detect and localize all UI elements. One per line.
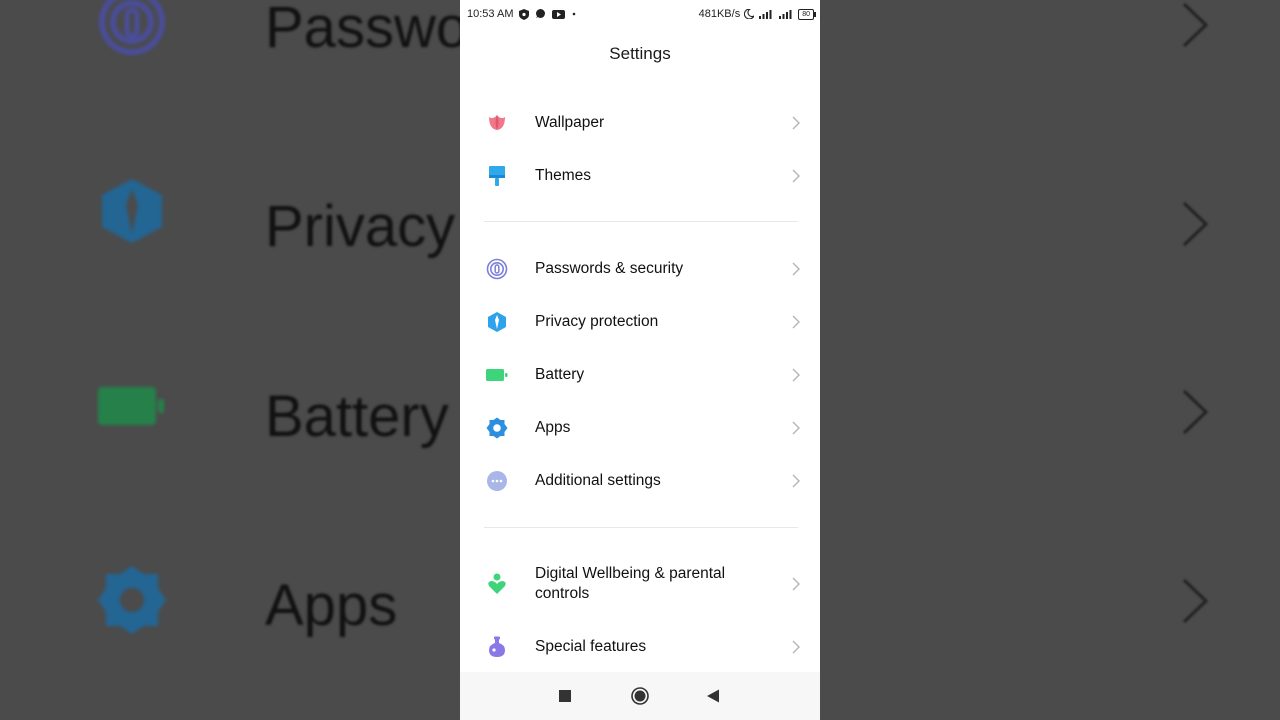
chevron-right-icon xyxy=(792,577,800,591)
settings-item-label: Digital Wellbeing & parental controls xyxy=(535,565,726,602)
chevron-right-icon xyxy=(792,474,800,487)
chevron-right-icon xyxy=(1182,389,1209,435)
navigation-bar xyxy=(460,672,820,720)
tulip-icon xyxy=(489,114,505,130)
square-icon[interactable] xyxy=(559,690,571,702)
page-title: Settings xyxy=(609,44,671,63)
shield-icon xyxy=(102,179,162,243)
chevron-right-icon xyxy=(792,262,800,275)
battery-icon xyxy=(486,368,508,381)
settings-item-additional[interactable]: Additional settings xyxy=(460,454,820,507)
settings-item-label: Themes xyxy=(535,166,591,184)
settings-item-privacy[interactable]: Privacy protection xyxy=(460,295,820,348)
settings-item-label: Special features xyxy=(535,637,647,655)
chevron-right-icon xyxy=(792,421,800,434)
signal-icon xyxy=(759,10,772,19)
chevron-right-icon xyxy=(1182,201,1209,247)
gear-icon xyxy=(98,566,166,634)
vpn-shield-icon xyxy=(519,8,530,20)
divider xyxy=(484,221,798,222)
chevron-right-icon xyxy=(1182,2,1209,48)
gear-icon xyxy=(486,417,508,438)
settings-item-label: Privacy protection xyxy=(535,312,659,330)
settings-item-label: Additional settings xyxy=(535,471,661,489)
chevron-right-icon xyxy=(792,315,800,328)
settings-item-special[interactable]: Special features xyxy=(460,620,820,673)
fingerprint-icon xyxy=(99,0,165,55)
phone-screen: 10:53 AM 481KB/s 80 Settings Wallpaper T… xyxy=(460,0,820,720)
shield-icon xyxy=(488,311,506,332)
more-dots-icon xyxy=(487,470,507,491)
moon-icon xyxy=(744,9,755,19)
chevron-right-icon xyxy=(792,116,800,129)
settings-item-label: Wallpaper xyxy=(535,113,605,131)
fingerprint-icon xyxy=(486,258,508,279)
flask-icon xyxy=(489,636,505,657)
divider xyxy=(484,527,798,528)
network-speed: 481KB/s xyxy=(698,8,741,20)
dot-icon xyxy=(573,12,576,16)
settings-item-label: Passwords & security xyxy=(535,259,684,277)
status-time: 10:53 AM xyxy=(467,8,514,20)
settings-item-wellbeing[interactable]: Digital Wellbeing & parental controls xyxy=(460,556,820,612)
bg-label-apps: Apps xyxy=(265,573,398,638)
chevron-right-icon xyxy=(792,368,800,381)
battery-indicator: 80 xyxy=(798,8,816,20)
battery-icon xyxy=(98,387,164,425)
chevron-right-icon xyxy=(792,640,800,653)
signal-icon xyxy=(779,10,792,19)
settings-item-wallpaper[interactable]: Wallpaper xyxy=(460,96,820,149)
triangle-back-icon[interactable] xyxy=(707,689,719,703)
circle-icon[interactable] xyxy=(631,687,649,705)
person-heart-icon xyxy=(488,573,506,594)
settings-item-themes[interactable]: Themes xyxy=(460,149,820,202)
paint-brush-icon xyxy=(489,165,505,186)
chat-icon xyxy=(536,9,546,18)
chevron-right-icon xyxy=(792,169,800,182)
youtube-icon xyxy=(552,9,566,19)
chevron-right-icon xyxy=(1182,578,1209,624)
bg-label-battery: Battery xyxy=(265,384,449,449)
settings-item-label: Battery xyxy=(535,365,585,383)
settings-item-label: Apps xyxy=(535,418,571,436)
settings-item-battery[interactable]: Battery xyxy=(460,348,820,401)
settings-item-passwords[interactable]: Passwords & security xyxy=(460,242,820,295)
status-bar: 10:53 AM 481KB/s 80 xyxy=(460,0,820,28)
settings-item-apps[interactable]: Apps xyxy=(460,401,820,454)
